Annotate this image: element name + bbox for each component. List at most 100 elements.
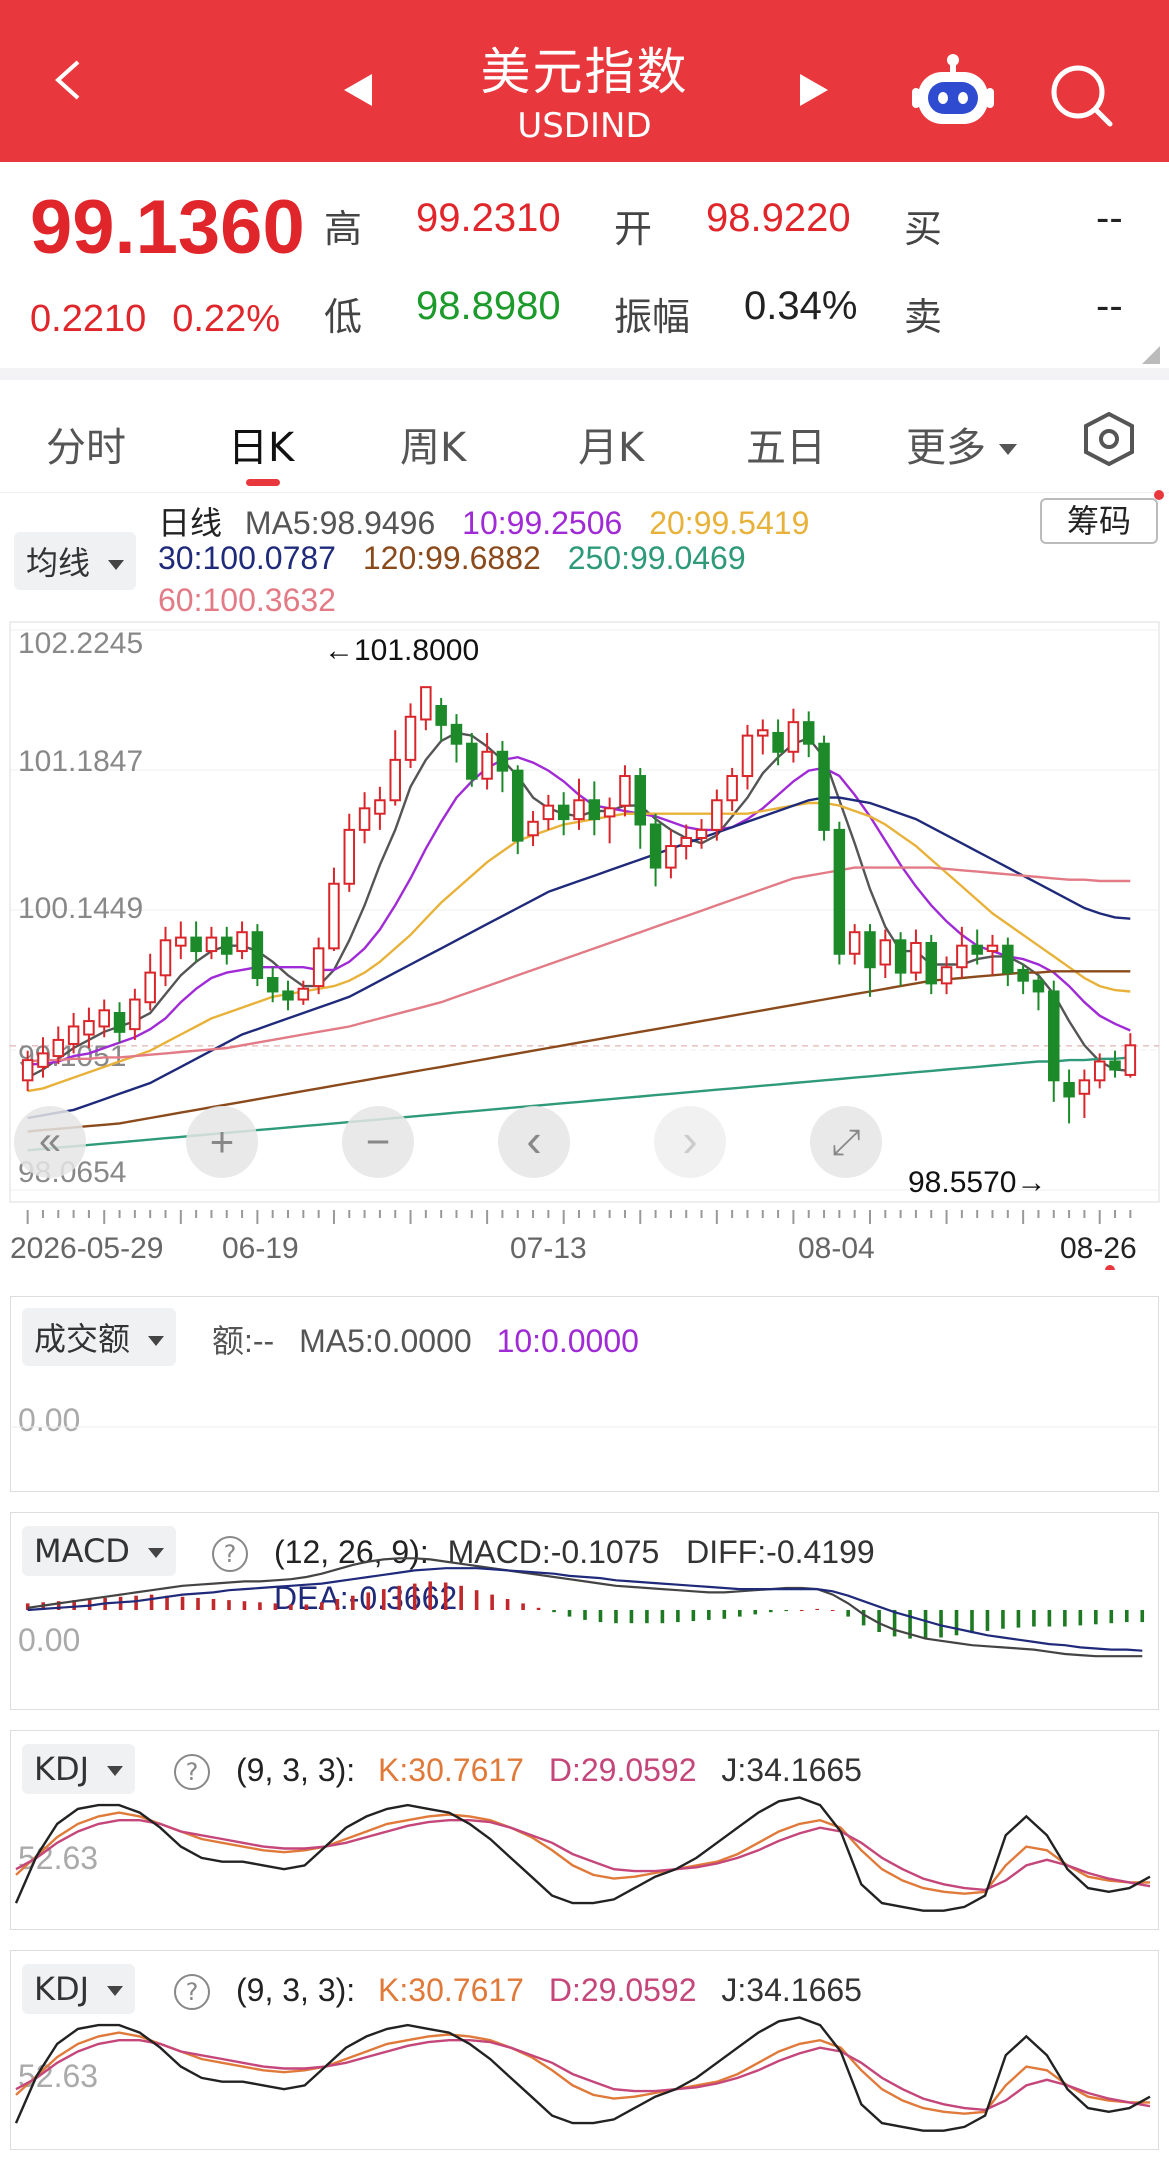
candle-body	[802, 721, 815, 745]
macd-bar	[289, 1604, 293, 1610]
candle-body	[496, 750, 509, 772]
candle-body	[634, 775, 647, 826]
candle-body	[511, 769, 524, 842]
macd-bar	[1109, 1610, 1114, 1624]
candle-body	[971, 944, 983, 955]
notification-dot	[1154, 490, 1164, 500]
candle-body	[37, 1052, 49, 1068]
search-icon[interactable]	[1048, 62, 1114, 128]
price-label-top: 102.2245	[18, 627, 143, 660]
current-date-dot	[1105, 1265, 1115, 1270]
assistant-robot-icon[interactable]	[912, 52, 994, 128]
candle-body	[1124, 1044, 1137, 1076]
indicator-selector-label: 均线	[26, 544, 91, 582]
dropdown-triangle-icon	[148, 1336, 165, 1346]
macd-bar	[196, 1597, 200, 1610]
macd-bar	[923, 1610, 928, 1639]
settings-hexagon-icon[interactable]	[1082, 411, 1136, 467]
tab-more[interactable]: 更多	[906, 415, 1017, 473]
open-label: 开	[614, 207, 653, 251]
tab-weekly-k[interactable]: 周K	[400, 415, 466, 473]
date-label-1: 2026-05-29	[10, 1232, 163, 1265]
active-tab-indicator	[246, 479, 280, 486]
macd-bar	[768, 1610, 773, 1613]
last-price: 99.1360	[30, 185, 305, 270]
macd-chart	[25, 1557, 1145, 1658]
candlestick-chart[interactable]: 102.2245 101.1847 100.1449 99.1051 98.06…	[0, 620, 1169, 1270]
macd-bar	[351, 1595, 355, 1610]
tab-intraday[interactable]: 分时	[46, 415, 126, 473]
volume-zero-line	[10, 1426, 1159, 1428]
candle-body	[175, 936, 187, 947]
macd-bar	[149, 1594, 154, 1610]
date-axis-ticks	[26, 1210, 1132, 1224]
macd-bar	[722, 1610, 727, 1619]
chip-distribution-button[interactable]: 筹码	[1040, 498, 1158, 544]
price-label-2: 101.1847	[18, 745, 143, 778]
macd-bar	[552, 1610, 556, 1613]
macd-bar	[645, 1610, 649, 1624]
candle-body	[466, 742, 478, 780]
candle-body	[1048, 990, 1060, 1082]
candle-body	[557, 804, 570, 821]
macd-histogram	[25, 1581, 1145, 1639]
macd-bar	[691, 1610, 696, 1621]
candle-body	[910, 941, 922, 974]
macd-bar	[304, 1604, 309, 1610]
candle-body	[328, 882, 340, 950]
kdj-chart-1	[14, 1796, 1151, 1912]
macd-bar	[1124, 1610, 1129, 1623]
tab-daily-k[interactable]: 日K	[228, 415, 294, 473]
candle-body	[1109, 1060, 1121, 1071]
macd-bar	[1078, 1610, 1083, 1626]
dropdown-triangle-icon	[108, 560, 125, 570]
candle-body	[894, 939, 907, 974]
low-label: 低	[324, 295, 363, 339]
candle-body	[864, 931, 876, 969]
candle-body	[98, 1009, 110, 1028]
candle-body	[680, 836, 692, 848]
macd-bar	[459, 1585, 463, 1610]
macd-bar	[614, 1610, 618, 1624]
candle-body	[818, 742, 830, 831]
candle-body	[603, 807, 616, 818]
candle-body	[312, 947, 325, 988]
amplitude-value: 0.34%	[744, 284, 858, 328]
kdj-line-d	[15, 2038, 1151, 2112]
ma-legend-row-1: 日线 MA5:98.9496 10:99.2506 20:99.5419	[158, 498, 809, 544]
volume-selector[interactable]: 成交额	[22, 1308, 177, 1366]
macd-bar	[583, 1610, 587, 1620]
candle-body	[205, 936, 218, 953]
candle-body	[435, 705, 447, 726]
candle-body	[649, 823, 662, 869]
price-grid	[10, 629, 1159, 1191]
zoom-out-icon: −	[366, 1118, 391, 1165]
tab-five-day[interactable]: 五日	[746, 415, 826, 473]
candle-body	[420, 686, 432, 721]
top-bar: 美元指数 USDIND	[0, 0, 1169, 162]
macd-bar	[1016, 1610, 1021, 1628]
macd-bar	[211, 1599, 216, 1610]
indicator-selector[interactable]: 均线	[14, 532, 137, 590]
macd-bar	[1140, 1610, 1145, 1623]
buy-label: 买	[904, 207, 943, 251]
candle-body	[833, 828, 846, 955]
expand-corner-icon[interactable]	[1142, 346, 1160, 364]
candle-body	[588, 799, 601, 821]
next-instrument-icon[interactable]	[796, 70, 832, 110]
quote-panel: 99.1360 0.2210 0.22% 高 99.2310 开 98.9220 …	[0, 162, 1169, 372]
macd-bar	[412, 1583, 417, 1610]
buy-value: --	[1096, 196, 1123, 240]
candle-body	[144, 971, 156, 1004]
macd-bar	[970, 1610, 974, 1634]
macd-bar	[134, 1595, 138, 1610]
date-label-4: 08-04	[798, 1232, 875, 1265]
low-marker: 98.5570→	[908, 1166, 1046, 1199]
candle-body	[787, 721, 800, 753]
scroll-left-icon: ‹	[526, 1114, 541, 1166]
macd-bar	[737, 1610, 742, 1617]
candle-body	[879, 939, 892, 966]
tab-monthly-k[interactable]: 月K	[578, 415, 644, 473]
ma30-value: 30:100.0787	[158, 540, 336, 576]
candle-body	[986, 944, 999, 953]
